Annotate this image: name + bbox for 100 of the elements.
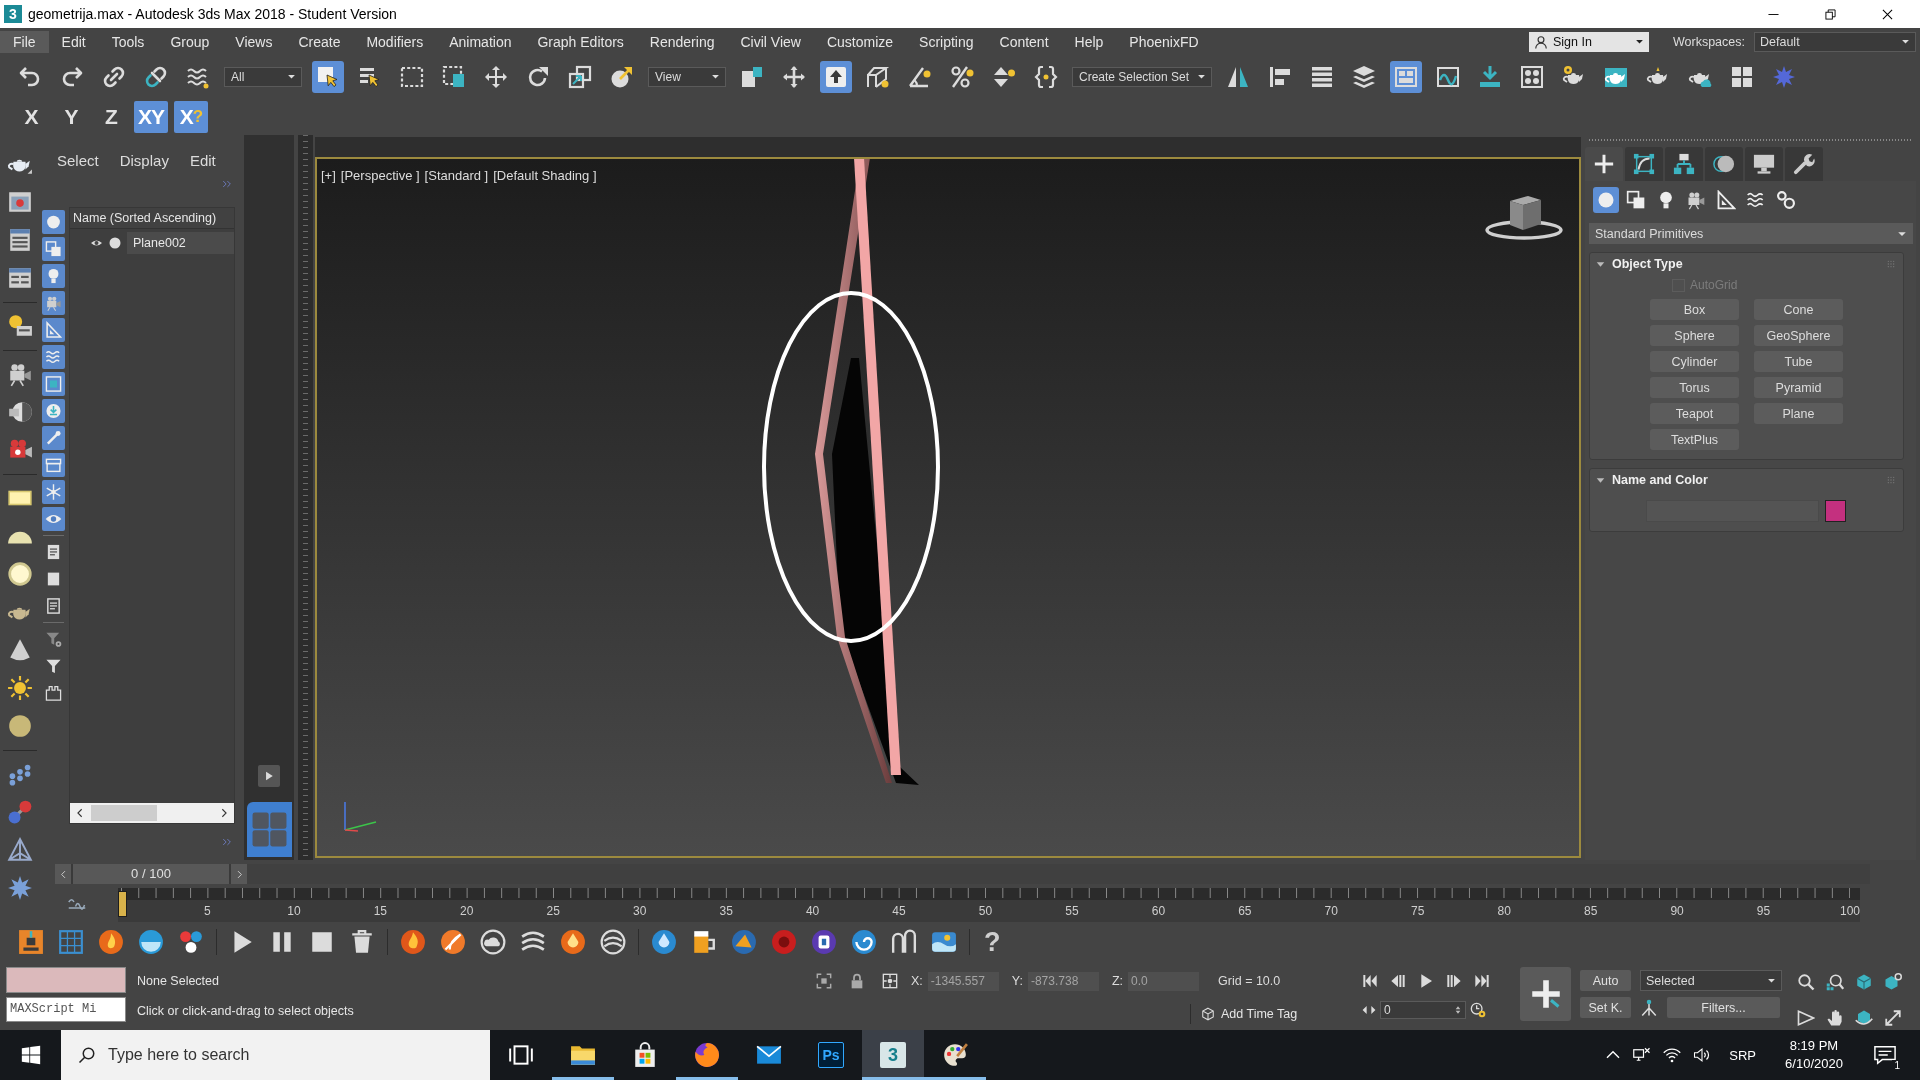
primitive-button[interactable]: Cone: [1754, 299, 1843, 320]
command-tab[interactable]: [1665, 147, 1703, 181]
volume-icon[interactable]: [1693, 1046, 1712, 1064]
disclosure-triangle-icon[interactable]: [1596, 259, 1605, 269]
cone-icon[interactable]: [7, 637, 33, 663]
menu-item[interactable]: Customize: [813, 30, 907, 53]
stick-icon[interactable]: [42, 426, 65, 450]
help-button[interactable]: ?: [980, 927, 1005, 957]
flame-leaf-icon[interactable]: [438, 927, 468, 957]
magnifier-icon[interactable]: [1797, 973, 1815, 991]
snowflake-icon[interactable]: [42, 480, 65, 504]
disclosure-triangle-icon[interactable]: [1596, 475, 1605, 485]
rollout-title[interactable]: Object Type: [1612, 257, 1683, 271]
cloud-ring-icon[interactable]: [478, 927, 508, 957]
wifi-icon[interactable]: [1663, 1046, 1682, 1064]
primitive-button[interactable]: Cylinder: [1650, 351, 1739, 372]
lock-icon[interactable]: [849, 973, 865, 989]
toolbar-dropdown[interactable]: All: [224, 66, 302, 87]
windows-logo-icon[interactable]: [20, 1045, 41, 1065]
track-bar[interactable]: 5 10 15 20 25 30 35 40 45 50 55 60 65 70 75 80 85 90 95 100: [118, 888, 1860, 922]
cube-orbit-icon[interactable]: [1855, 1008, 1873, 1027]
chevron-right-icon[interactable]: [219, 808, 229, 818]
skip-start-icon[interactable]: [1362, 973, 1378, 989]
primitive-button[interactable]: Pyramid: [1754, 377, 1843, 398]
key-filters-button[interactable]: Filters...: [1667, 997, 1780, 1018]
add-time-tag-button[interactable]: Add Time Tag: [1221, 1007, 1298, 1021]
taskbar-app-button[interactable]: Ps: [800, 1030, 862, 1080]
command-tab[interactable]: [1585, 147, 1623, 181]
step-forward-icon[interactable]: [1446, 973, 1462, 989]
menu-item[interactable]: Scripting: [906, 30, 987, 53]
drop-disc-icon[interactable]: [649, 927, 679, 957]
primitive-type-dropdown[interactable]: Standard Primitives: [1589, 223, 1913, 244]
bulb-icon[interactable]: [42, 264, 65, 288]
double-arrow-icon[interactable]: [1362, 1003, 1376, 1017]
flame-disc-icon[interactable]: [96, 927, 126, 957]
listener-output-field[interactable]: [6, 967, 126, 993]
menu-item[interactable]: Civil View: [727, 30, 814, 53]
sail-disc-icon[interactable]: [729, 927, 759, 957]
menu-item[interactable]: Help: [1061, 30, 1117, 53]
camera-icon[interactable]: [7, 361, 33, 387]
corner-brackets-icon[interactable]: [816, 973, 832, 989]
primitive-button[interactable]: Tube: [1754, 351, 1843, 372]
cube-frame-all-icon[interactable]: [1884, 973, 1902, 991]
viewcube-icon[interactable]: [1484, 193, 1565, 240]
clock-time[interactable]: 8:19 PM: [1789, 1037, 1839, 1055]
primitive-button[interactable]: Teapot: [1650, 403, 1739, 424]
language-indicator[interactable]: SRP: [1729, 1047, 1756, 1063]
water-disc-icon[interactable]: [136, 927, 166, 957]
axis-constraint-button[interactable]: Z: [94, 100, 128, 133]
maximize-icon[interactable]: [1884, 1008, 1902, 1027]
cursor-square-icon[interactable]: [312, 60, 344, 93]
menu-item[interactable]: Group: [157, 30, 223, 53]
viewport-label[interactable]: [Default Shading ]: [493, 168, 597, 183]
spiral-disc-icon[interactable]: [849, 927, 879, 957]
triangle-view-icon[interactable]: [1797, 1008, 1815, 1027]
table-window-icon[interactable]: [7, 265, 33, 291]
primitive-button[interactable]: Box: [1650, 299, 1739, 320]
expand-button[interactable]: [258, 765, 280, 787]
time-slider-track[interactable]: 0 / 100: [55, 864, 1870, 884]
spiky-star-icon[interactable]: [7, 875, 33, 901]
menu-item[interactable]: Rendering: [636, 30, 728, 53]
set-square-icon[interactable]: [42, 318, 65, 342]
waves-icon[interactable]: [42, 345, 65, 369]
shapes-icon[interactable]: [42, 237, 65, 261]
menu-item[interactable]: Animation: [436, 30, 525, 53]
magnifier-grid-icon[interactable]: [1826, 973, 1844, 991]
explorer-menu-item[interactable]: Select: [57, 152, 99, 170]
primitive-button[interactable]: Plane: [1754, 403, 1843, 424]
primitive-button[interactable]: GeoSphere: [1754, 325, 1843, 346]
menu-item[interactable]: Graph Editors: [524, 30, 637, 53]
menu-item[interactable]: Content: [986, 30, 1062, 53]
chevron-left-icon[interactable]: [75, 808, 85, 818]
taskbar-app-button[interactable]: 3: [862, 1030, 924, 1080]
circle-icon[interactable]: [109, 237, 121, 249]
primitive-button[interactable]: Sphere: [1650, 325, 1739, 346]
magnet-disc-icon[interactable]: [809, 927, 839, 957]
camera-sphere-icon[interactable]: [7, 399, 33, 425]
toolbar-dropdown[interactable]: View: [648, 66, 726, 87]
eye-icon[interactable]: [42, 507, 65, 531]
speech-bubble-icon[interactable]: [1874, 1044, 1896, 1066]
list-window-icon[interactable]: [7, 227, 33, 253]
tripod-icon[interactable]: [1640, 998, 1658, 1017]
sign-in-dropdown[interactable]: Sign In: [1529, 31, 1649, 52]
flame-ring-icon[interactable]: [398, 927, 428, 957]
skip-end-icon[interactable]: [1474, 973, 1490, 989]
four-tiles-icon[interactable]: [246, 802, 292, 857]
spinner-arrows-icon[interactable]: [1454, 1004, 1462, 1016]
shaded-sphere-icon[interactable]: [7, 713, 33, 739]
sun-icon[interactable]: [7, 675, 33, 701]
menu-item[interactable]: File: [0, 30, 49, 53]
toolbar-dropdown[interactable]: Create Selection Set: [1072, 66, 1213, 87]
menu-item[interactable]: PhoenixFD: [1116, 30, 1212, 53]
box-icon[interactable]: [42, 453, 65, 477]
tripod-frame-icon[interactable]: [7, 837, 33, 863]
workspace-dropdown[interactable]: Default: [1754, 31, 1916, 52]
command-tab[interactable]: [1705, 147, 1743, 181]
perspective-viewport[interactable]: [+] [Perspective ] [Standard ] [Default Shading ]: [315, 157, 1581, 858]
key-set-dropdown[interactable]: Selected: [1640, 970, 1782, 991]
scrollbar-thumb[interactable]: [91, 805, 157, 821]
tool-tile-icon[interactable]: [16, 927, 46, 957]
